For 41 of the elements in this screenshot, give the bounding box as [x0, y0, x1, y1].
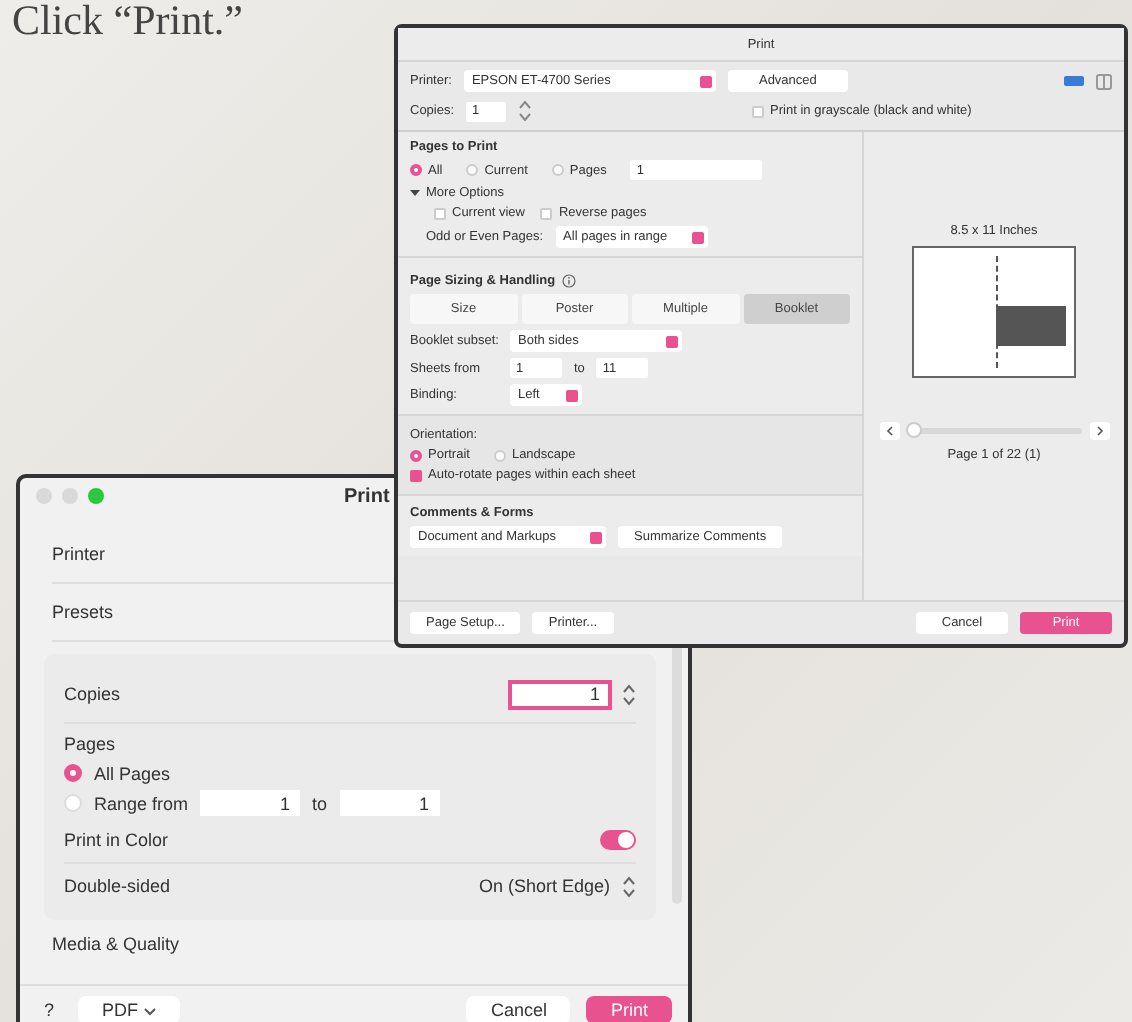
print-in-color-label: Print in Color	[64, 830, 169, 850]
pdf-button[interactable]: PDF	[78, 996, 180, 1022]
radio-label: All Pages	[94, 763, 171, 783]
radio-button[interactable]	[551, 164, 564, 176]
disclosure-triangle-icon[interactable]	[410, 188, 420, 198]
radio-button[interactable]	[410, 164, 422, 176]
double-sided-value[interactable]: On (Short Edge)	[478, 876, 610, 896]
chevron-left-icon	[885, 426, 893, 436]
range-to-field[interactable]: 1	[339, 790, 440, 816]
checkbox[interactable]	[540, 207, 553, 219]
radio-button[interactable]	[410, 449, 422, 461]
presets-label: Presets	[52, 602, 114, 622]
checkbox[interactable]	[410, 469, 422, 481]
toggle-switch[interactable]	[600, 830, 636, 850]
stepper-icon[interactable]	[622, 875, 636, 897]
instruction-caption: Click “Print.”	[12, 0, 243, 46]
range-from-field[interactable]: 1	[200, 790, 301, 816]
stepper-icon[interactable]	[622, 683, 636, 705]
stepper-icon[interactable]	[518, 100, 533, 122]
radio-button[interactable]	[466, 164, 479, 176]
printer-label: Printer	[52, 544, 106, 564]
chevron-right-icon	[1095, 426, 1103, 436]
copies-field[interactable]: 1	[510, 681, 610, 707]
media-quality-label[interactable]: Media & Quality	[52, 934, 180, 954]
sidebar-icon[interactable]	[1096, 73, 1112, 89]
double-sided-label: Double-sided	[64, 876, 171, 896]
radio-button[interactable]	[64, 764, 82, 782]
chevron-down-icon	[143, 1008, 156, 1016]
checkbox[interactable]	[434, 207, 446, 219]
info-icon[interactable]	[561, 274, 576, 288]
checkbox[interactable]	[752, 105, 765, 117]
cancel-button[interactable]: Cancel	[466, 996, 571, 1022]
copies-label: Copies	[64, 684, 121, 704]
to-label: to	[312, 793, 328, 813]
radio-button[interactable]	[493, 449, 506, 461]
window-title: Print	[344, 485, 390, 507]
radio-label: Range from	[94, 793, 189, 813]
pages-label: Pages	[64, 733, 116, 753]
next-page-button[interactable]	[1089, 422, 1109, 440]
help-button[interactable]: ?	[36, 996, 63, 1022]
previous-page-button[interactable]	[879, 422, 899, 440]
